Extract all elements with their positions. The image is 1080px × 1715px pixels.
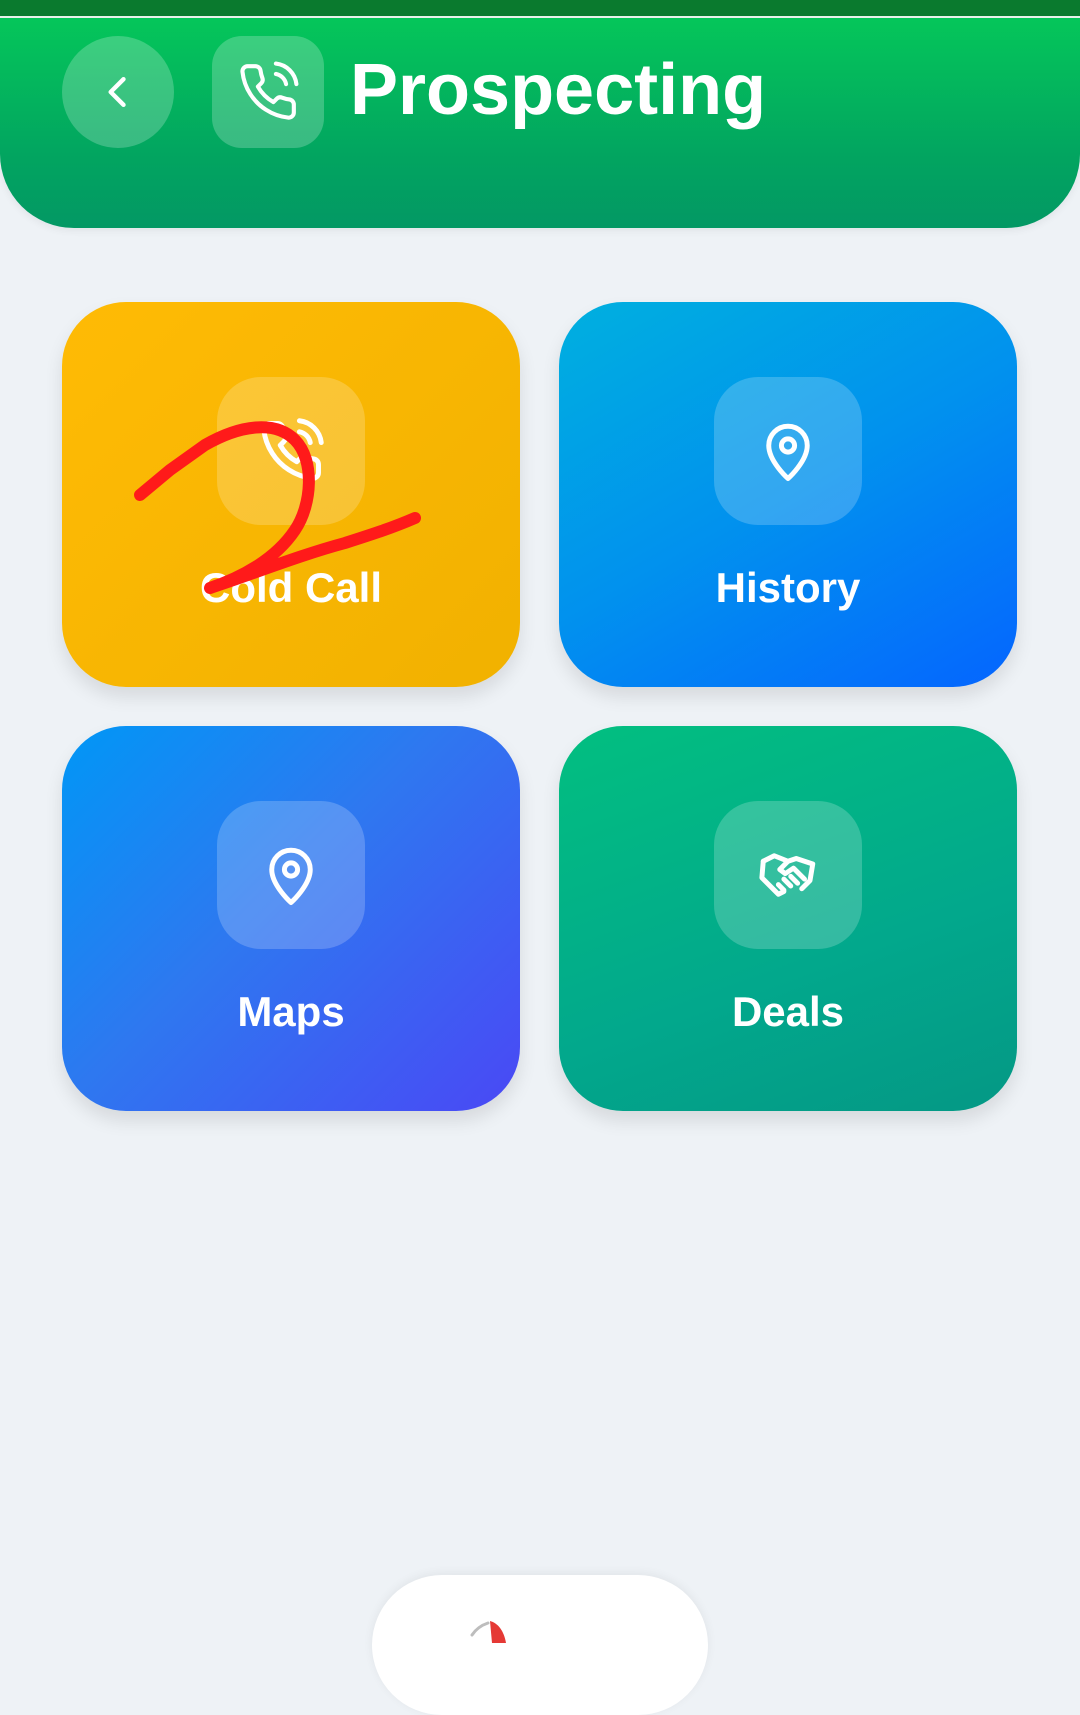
tile-history[interactable]: History: [559, 302, 1017, 687]
map-pin-icon: [766, 423, 810, 481]
map-pin-icon: [269, 847, 313, 905]
tile-label-history: History: [715, 564, 861, 611]
tile-cold-call[interactable]: Cold Call: [62, 302, 520, 687]
tile-icon-box: [217, 377, 365, 525]
title-icon-box: [212, 36, 324, 148]
tile-label-deals: Deals: [731, 988, 845, 1035]
tile-deals[interactable]: Deals: [559, 726, 1017, 1111]
tile-label-maps: Maps: [237, 988, 345, 1035]
page-title: Prospecting: [350, 50, 767, 130]
tile-maps[interactable]: Maps: [62, 726, 520, 1111]
handshake-icon: [759, 853, 816, 897]
phone-call-icon: [240, 61, 299, 120]
partial-icon: [470, 1621, 506, 1643]
tile-icon-box: [217, 801, 365, 949]
chevron-left-icon: [108, 76, 126, 108]
phone-call-icon: [261, 418, 324, 481]
tile-label-cold-call: Cold Call: [199, 564, 382, 611]
tile-icon-box: [714, 377, 862, 525]
back-button[interactable]: [62, 36, 174, 148]
bottom-nav-button[interactable]: [372, 1575, 708, 1715]
header-bar: Prospecting: [0, 18, 1080, 228]
tile-icon-box: [714, 801, 862, 949]
status-bar: [0, 0, 1080, 18]
